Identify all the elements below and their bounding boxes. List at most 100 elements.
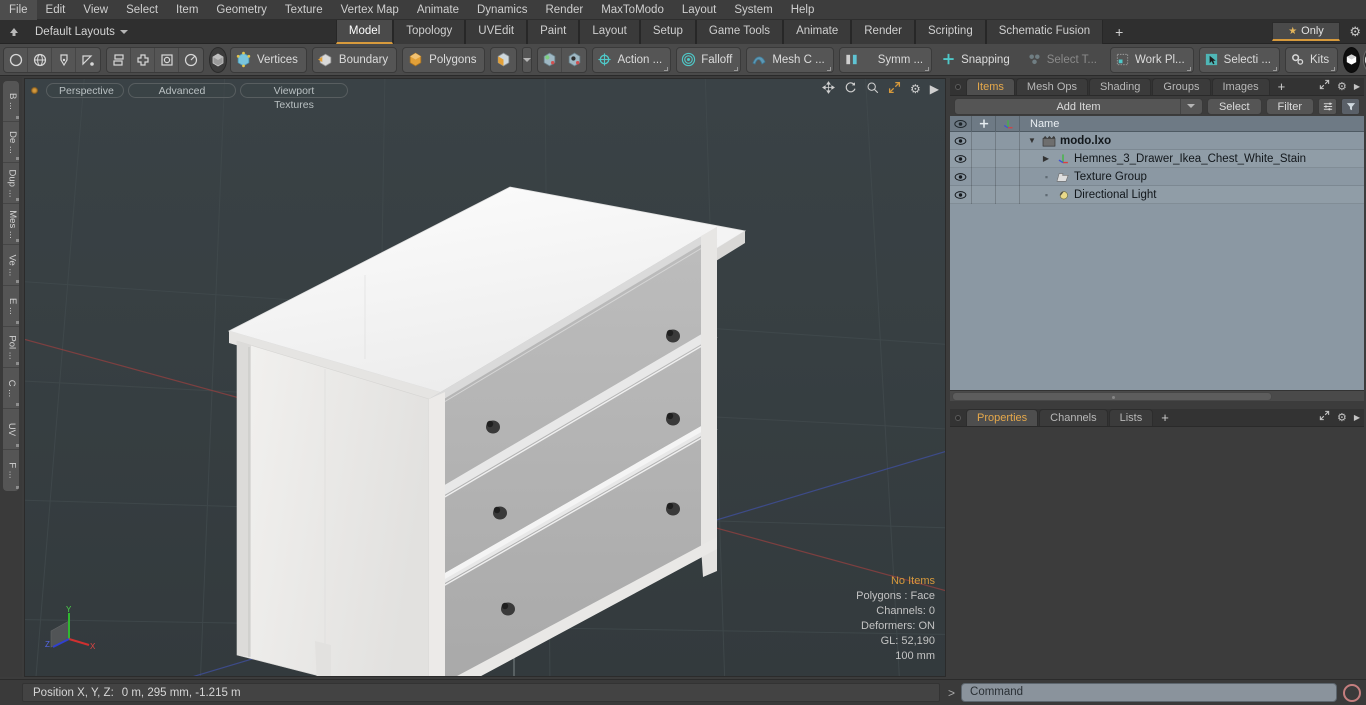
layout-tab-paint[interactable]: Paint xyxy=(527,19,580,44)
tree-axis-cell[interactable] xyxy=(996,132,1020,150)
globe-icon[interactable] xyxy=(28,47,52,72)
layout-tab-render[interactable]: Render xyxy=(851,19,915,44)
viewport-shading-selector[interactable]: Advanced xyxy=(128,82,236,98)
viewport-textures-selector[interactable]: Viewport Textures xyxy=(240,82,348,111)
chevron-down-icon[interactable] xyxy=(522,46,533,73)
filter-button[interactable]: Filter xyxy=(1265,97,1314,115)
select-button[interactable]: Select xyxy=(1206,97,1262,115)
boundary-button[interactable]: Boundary xyxy=(311,46,398,73)
home-icon[interactable] xyxy=(3,21,25,43)
left-tab-3[interactable]: Mes ... xyxy=(3,204,19,245)
vertices-button[interactable]: Vertices xyxy=(230,46,307,73)
command-input[interactable]: Command xyxy=(961,683,1337,702)
visibility-toggle-icon[interactable] xyxy=(950,185,972,204)
fit-icon[interactable] xyxy=(888,81,901,96)
selection-button[interactable]: Selecti ... xyxy=(1198,46,1280,73)
gear-icon[interactable]: ⚙ xyxy=(1337,411,1347,424)
snap-center-icon[interactable] xyxy=(562,48,586,72)
symmetry-button[interactable]: Symm ... xyxy=(838,46,933,73)
left-tab-5[interactable]: E ... xyxy=(3,286,19,327)
menu-item-geometry[interactable]: Geometry xyxy=(207,0,276,20)
panel-tab-mesh-ops[interactable]: Mesh Ops xyxy=(1015,78,1089,95)
menu-item-select[interactable]: Select xyxy=(117,0,167,20)
gear-icon[interactable]: ⚙ xyxy=(910,83,921,95)
left-tab-0[interactable]: B ... xyxy=(3,81,19,122)
items-tree[interactable]: ▼ modo.lxo ▶ Hemnes_3_Drawer_Ikea_Chest_Whi… xyxy=(950,132,1364,390)
left-tab-9[interactable]: F ... xyxy=(3,450,19,491)
list-options-icon[interactable] xyxy=(1318,97,1337,115)
add-layout-tab-button[interactable]: + xyxy=(1103,20,1135,44)
layout-preset-selector[interactable]: Default Layouts xyxy=(25,21,136,43)
mesh-constraint-button[interactable]: Mesh C ... xyxy=(746,46,834,73)
pan-icon[interactable] xyxy=(822,81,835,96)
chevron-down-icon[interactable] xyxy=(1179,98,1202,114)
rotate-icon[interactable] xyxy=(844,81,857,96)
layout-tab-game-tools[interactable]: Game Tools xyxy=(695,19,784,44)
visibility-toggle-icon[interactable] xyxy=(950,149,972,168)
layout-tab-setup[interactable]: Setup xyxy=(639,19,696,44)
only-toggle-button[interactable]: ★ Only xyxy=(1272,22,1340,41)
expand-icon[interactable] xyxy=(1319,79,1330,93)
panel-tab-properties[interactable]: Properties xyxy=(966,409,1039,426)
center-icon[interactable] xyxy=(155,47,179,72)
left-tab-1[interactable]: De ... xyxy=(3,122,19,163)
work-plane-button[interactable]: Work Pl... xyxy=(1110,46,1194,73)
menu-item-layout[interactable]: Layout xyxy=(673,0,726,20)
menu-item-edit[interactable]: Edit xyxy=(37,0,75,20)
kits-button[interactable]: Kits xyxy=(1284,46,1339,73)
panel-tab-shading[interactable]: Shading xyxy=(1089,78,1152,95)
circle-icon[interactable] xyxy=(4,47,28,72)
items-tree-hscrollbar[interactable] xyxy=(950,390,1364,401)
menu-item-animate[interactable]: Animate xyxy=(408,0,468,20)
left-tab-7[interactable]: C ... xyxy=(3,368,19,409)
menu-item-file[interactable]: File xyxy=(0,0,37,20)
substance-icon[interactable] xyxy=(1343,46,1361,73)
layout-tab-model[interactable]: Model xyxy=(335,19,394,44)
polygons-button[interactable]: Polygons xyxy=(402,46,486,73)
zoom-icon[interactable] xyxy=(866,81,879,96)
panel-tab-channels[interactable]: Channels xyxy=(1039,409,1108,426)
menu-item-item[interactable]: Item xyxy=(167,0,207,20)
tree-item-row[interactable]: ▪ Directional Light xyxy=(950,185,1364,204)
menu-item-dynamics[interactable]: Dynamics xyxy=(468,0,536,20)
tree-axis-cell[interactable] xyxy=(996,185,1020,204)
move-icon[interactable] xyxy=(131,47,155,72)
pen-icon[interactable] xyxy=(52,47,76,72)
twisty-open-icon[interactable]: ▼ xyxy=(1026,136,1038,145)
layout-tab-animate[interactable]: Animate xyxy=(783,19,852,44)
tree-item-row[interactable]: ▪ Texture Group xyxy=(950,167,1364,186)
add-properties-tab-button[interactable]: + xyxy=(1154,409,1176,426)
menu-item-vertex-map[interactable]: Vertex Map xyxy=(332,0,408,20)
3d-viewport[interactable]: Perspective Advanced Viewport Textures ⚙… xyxy=(24,78,946,677)
chevron-right-icon[interactable]: ▶ xyxy=(930,83,939,95)
curve-icon[interactable] xyxy=(76,48,100,72)
select-through-button[interactable]: Select T... xyxy=(1023,47,1105,73)
gear-icon[interactable]: ⚙ xyxy=(1349,24,1361,40)
snapping-button[interactable]: Snapping xyxy=(937,47,1018,73)
left-tab-2[interactable]: Dup ... xyxy=(3,163,19,204)
tree-item-row[interactable]: ▼ modo.lxo xyxy=(950,132,1364,150)
chevron-right-icon[interactable]: ▶ xyxy=(1354,413,1360,422)
panel-tab-images[interactable]: Images xyxy=(1211,78,1270,95)
menu-item-help[interactable]: Help xyxy=(782,0,824,20)
left-tab-8[interactable]: UV xyxy=(3,409,19,450)
snap-vertex-icon[interactable] xyxy=(538,47,563,72)
add-item-button[interactable]: Add Item xyxy=(954,97,1203,115)
tree-lock-cell[interactable] xyxy=(972,149,996,168)
tree-item-row[interactable]: ▶ Hemnes_3_Drawer_Ikea_Chest_White_Stain xyxy=(950,149,1364,168)
tree-lock-cell[interactable] xyxy=(972,132,996,150)
panel-tab-lists[interactable]: Lists xyxy=(1108,409,1154,426)
viewport-perspective-selector[interactable]: Perspective xyxy=(46,82,124,98)
action-center-button[interactable]: Action ... xyxy=(592,46,672,73)
rotate-icon[interactable] xyxy=(179,48,203,72)
menu-item-render[interactable]: Render xyxy=(536,0,592,20)
tree-lock-cell[interactable] xyxy=(972,167,996,186)
layout-tab-schematic-fusion[interactable]: Schematic Fusion xyxy=(985,19,1104,44)
expand-icon[interactable] xyxy=(1319,410,1330,424)
menu-item-texture[interactable]: Texture xyxy=(276,0,332,20)
menu-item-maxtomodo[interactable]: MaxToModo xyxy=(592,0,673,20)
panel-tab-groups[interactable]: Groups xyxy=(1152,78,1211,95)
menu-item-system[interactable]: System xyxy=(725,0,781,20)
layout-tab-topology[interactable]: Topology xyxy=(393,19,466,44)
add-items-tab-button[interactable]: + xyxy=(1271,78,1293,95)
